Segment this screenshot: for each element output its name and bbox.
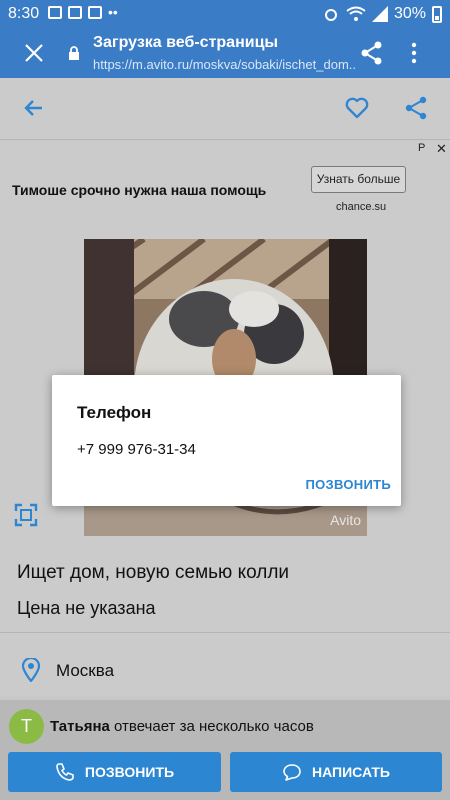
signal-icon — [371, 6, 388, 22]
dialog-title: Телефон — [77, 403, 152, 422]
phone-icon — [56, 763, 74, 781]
seller-name[interactable]: Татьяна — [50, 718, 110, 735]
phone-number[interactable]: +7 999 976-31-34 — [77, 441, 196, 458]
browser-toolbar: Загрузка веб-страницы https://m.avito.ru… — [0, 28, 450, 78]
more-notifications-icon: •• — [108, 4, 118, 20]
share-icon[interactable] — [361, 41, 383, 65]
write-button-label: НАПИСАТЬ — [312, 764, 390, 780]
seller-avatar[interactable]: Т — [9, 709, 44, 744]
avito-watermark: Avito — [330, 512, 361, 528]
phone-dialog: Телефон +7 999 976-31-34 ПОЗВОНИТЬ — [52, 375, 401, 506]
status-bar: 8:30 •• 30% — [0, 0, 450, 28]
seller-response-time: отвечает за несколько часов — [109, 718, 314, 735]
status-time: 8:30 — [8, 5, 40, 22]
chat-bubble-icon — [283, 764, 301, 781]
listing-title: Ищет дом, новую семью колли — [17, 562, 290, 583]
ad-close-button[interactable]: ✕ — [436, 141, 447, 157]
advertisement[interactable]: Р ✕ Тимоше срочно нужна наша помощь Узна… — [0, 141, 450, 225]
call-button[interactable]: ПОЗВОНИТЬ — [8, 752, 221, 792]
more-vert-icon[interactable] — [409, 42, 419, 64]
listing-price: Цена не указана — [17, 598, 156, 618]
battery-percent: 30% — [393, 5, 426, 22]
status-right: 30% — [322, 5, 442, 23]
back-arrow-icon[interactable] — [22, 96, 46, 120]
close-icon[interactable] — [22, 41, 46, 65]
ad-domain: chance.su — [336, 201, 387, 213]
call-button-label: ПОЗВОНИТЬ — [84, 764, 175, 780]
mail-notification-icon — [88, 6, 102, 19]
share-icon[interactable] — [404, 96, 428, 120]
ad-mark: Р — [418, 142, 426, 154]
wifi-icon — [346, 6, 366, 21]
listing-city[interactable]: Москва — [56, 661, 114, 681]
image-notification-icon — [48, 6, 62, 19]
lock-icon — [69, 46, 79, 60]
divider — [0, 632, 450, 633]
ad-learn-more-button[interactable]: Узнать больше — [311, 166, 406, 193]
page-loading-title: Загрузка веб-страницы — [93, 34, 279, 51]
write-message-button[interactable]: НАПИСАТЬ — [230, 752, 442, 792]
seller-info: Татьяна отвечает за несколько часов — [50, 718, 314, 735]
dialog-call-button[interactable]: ПОЗВОНИТЬ — [306, 477, 392, 492]
listing-info: Ищет дом, новую семью колли Цена не указ… — [0, 536, 450, 696]
listing-header — [0, 78, 450, 140]
favorite-heart-icon[interactable] — [344, 95, 370, 121]
alarm-icon — [324, 9, 337, 21]
battery-icon — [432, 5, 442, 23]
fullscreen-icon[interactable] — [14, 503, 38, 527]
ad-text[interactable]: Тимоше срочно нужна наша помощь — [12, 182, 266, 198]
message-notification-icon — [68, 6, 82, 19]
url-text[interactable]: https://m.avito.ru/moskva/sobaki/ischet_… — [93, 57, 355, 72]
location-pin-icon — [22, 658, 40, 682]
seller-bar: Т Татьяна отвечает за несколько часов ПО… — [0, 700, 450, 800]
notification-icons: •• — [48, 4, 122, 20]
